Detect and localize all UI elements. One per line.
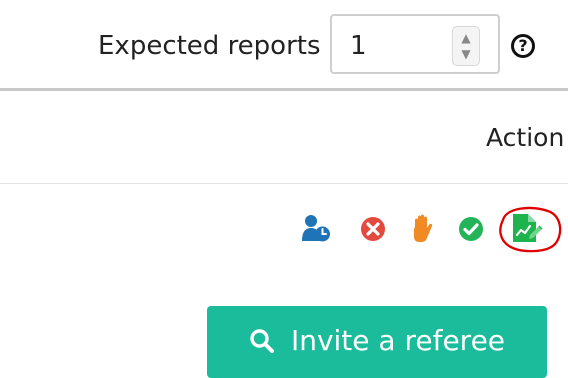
user-clock-icon[interactable]	[301, 214, 331, 242]
check-circle-icon[interactable]	[458, 216, 484, 242]
invite-referee-button[interactable]: Invite a referee	[207, 306, 547, 378]
x-circle-icon[interactable]	[360, 216, 386, 242]
header-divider	[0, 88, 568, 91]
action-column-header: Action	[486, 123, 565, 152]
red-highlight-circle	[499, 206, 562, 253]
hand-icon[interactable]	[409, 213, 435, 243]
chevron-up-icon[interactable]: ▲	[453, 31, 479, 45]
chevron-down-icon[interactable]: ▼	[453, 47, 479, 61]
chevron-up-down-icon[interactable]: ▲ ▼	[452, 26, 480, 66]
expected-reports-input[interactable]: 1 ▲ ▼	[330, 14, 500, 74]
referee-actions-panel: Expected reports 1 ▲ ▼ ? Action Invite a…	[0, 0, 568, 378]
search-icon	[250, 329, 274, 353]
expected-reports-value: 1	[350, 31, 367, 61]
expected-reports-label: Expected reports	[98, 31, 321, 61]
row-divider	[0, 183, 568, 184]
invite-referee-label: Invite a referee	[290, 324, 506, 357]
question-circle-icon[interactable]: ?	[511, 34, 535, 58]
